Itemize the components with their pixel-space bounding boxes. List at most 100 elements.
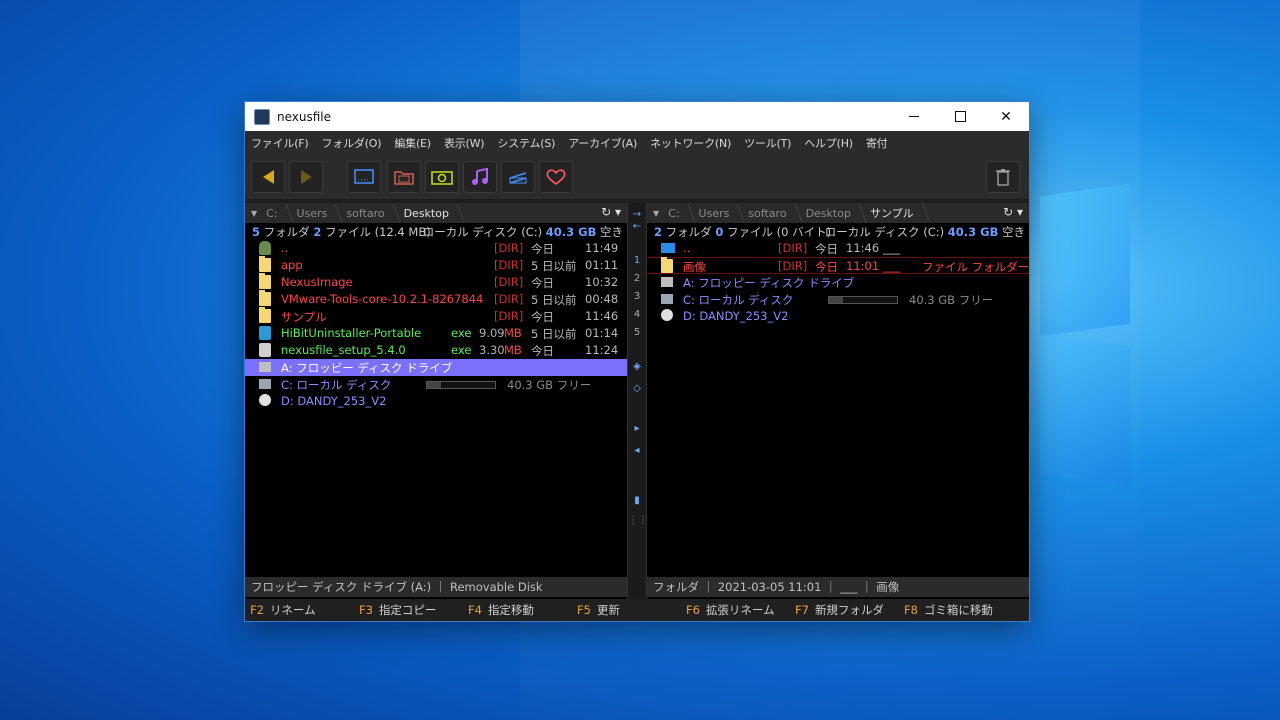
floppy-drive-icon: [259, 362, 271, 372]
tab-number[interactable]: 2: [628, 273, 646, 284]
breadcrumb-item[interactable]: Users: [690, 207, 740, 220]
fkey-rename[interactable]: F2 リネーム: [245, 602, 354, 618]
list-item[interactable]: サンプル [DIR] 今日 11:46: [245, 307, 627, 325]
copy-left-icon[interactable]: ←: [628, 221, 646, 232]
hard-drive-icon: [259, 379, 271, 389]
breadcrumb-item[interactable]: Users: [288, 207, 338, 220]
photo-icon: [431, 171, 453, 185]
drive-item-floppy[interactable]: A: フロッピー ディスク ドライブ: [245, 359, 627, 376]
list-item[interactable]: .. [DIR] 今日 11:49: [245, 240, 627, 257]
fkey-advanced-rename[interactable]: F6 拡張リネーム: [681, 602, 790, 618]
drive-item-dvd[interactable]: D: DANDY_253_V2: [245, 393, 627, 410]
file-date: 今日: [815, 260, 838, 274]
file-name: ..: [683, 241, 691, 255]
fkey-label: リネーム: [269, 603, 316, 617]
drive-item-local[interactable]: C: ローカル ディスク 40.3 GB フリー: [245, 376, 627, 393]
drive-item-dvd[interactable]: D: DANDY_253_V2: [647, 308, 1029, 325]
arrow-right-icon[interactable]: ▸: [628, 423, 646, 434]
arrow-left-icon[interactable]: ◂: [628, 445, 646, 456]
forward-button[interactable]: [289, 161, 323, 193]
minimize-icon: [909, 116, 919, 117]
fkey-new-folder[interactable]: F7 新規フォルダ: [790, 602, 899, 618]
tab-number[interactable]: 1: [628, 255, 646, 266]
close-button[interactable]: ✕: [983, 102, 1029, 131]
file-type: [DIR]: [494, 292, 524, 306]
left-pane[interactable]: ▼ C: Users softaro Desktop ↻ ▾ 5 フォルダ 2 …: [245, 203, 627, 621]
fkey-copy-to[interactable]: F3 指定コピー: [354, 602, 463, 618]
right-pane[interactable]: ▼ C: Users softaro Desktop サンプル ↻ ▾ 2 フォ…: [647, 203, 1029, 621]
refresh-icon[interactable]: ↻ ▾: [601, 205, 621, 219]
toolbar: [245, 154, 1029, 200]
breadcrumb-item[interactable]: softaro: [337, 207, 394, 220]
breadcrumb-item[interactable]: Desktop: [797, 207, 861, 220]
fkey-label: 更新: [596, 603, 620, 617]
title-bar[interactable]: nexusfile ✕: [245, 102, 1029, 131]
status-bar: フォルダ ｜ 2021-03-05 11:01 ｜ ___ ｜ 画像: [647, 577, 1029, 597]
menu-folder[interactable]: フォルダ(O): [322, 135, 382, 151]
breadcrumb-item[interactable]: Desktop: [395, 207, 459, 220]
menu-system[interactable]: システム(S): [497, 135, 555, 151]
file-count-label: ファイル: [727, 224, 773, 239]
menu-network[interactable]: ネットワーク(N): [650, 135, 731, 151]
drive-item-floppy[interactable]: A: フロッピー ディスク ドライブ: [647, 274, 1029, 291]
drive-item-local[interactable]: C: ローカル ディスク 40.3 GB フリー: [647, 291, 1029, 308]
menu-view[interactable]: 表示(W): [444, 135, 485, 151]
fkey-key: F8: [904, 603, 918, 617]
grip-icon[interactable]: ⋮⋮: [628, 515, 648, 526]
diamond-filled-icon[interactable]: ◈: [628, 361, 646, 372]
minimize-button[interactable]: [891, 102, 937, 131]
folder-button[interactable]: [387, 161, 421, 193]
file-date: 今日: [531, 310, 554, 324]
music-button[interactable]: [463, 161, 497, 193]
fkey-key: F2: [250, 603, 264, 617]
tab-number[interactable]: 4: [628, 309, 646, 320]
file-date: 今日: [531, 344, 554, 358]
menu-file[interactable]: ファイル(F): [251, 135, 309, 151]
menu-help[interactable]: ヘルプ(H): [804, 135, 853, 151]
tab-number[interactable]: 3: [628, 291, 646, 302]
file-type: [DIR]: [494, 241, 524, 255]
fkey-move-to[interactable]: F4 指定移動: [463, 602, 572, 618]
breadcrumb-item[interactable]: C:: [659, 207, 689, 220]
menu-edit[interactable]: 編集(E): [394, 135, 431, 151]
file-time: 11:24: [585, 343, 619, 357]
list-item[interactable]: HiBitUninstaller-Portable exe 9.09 MB 5 …: [245, 325, 627, 342]
fkey-label: 指定移動: [487, 603, 534, 617]
breadcrumb-item[interactable]: C:: [257, 207, 287, 220]
trash-button[interactable]: [986, 161, 1020, 193]
breadcrumb-item[interactable]: softaro: [739, 207, 796, 220]
network-icon: [509, 172, 527, 184]
bar-chart-icon[interactable]: ▮: [628, 495, 646, 506]
list-item[interactable]: NexusImage [DIR] 今日 10:32: [245, 273, 627, 291]
menu-archive[interactable]: アーカイブ(A): [568, 135, 637, 151]
app-window: nexusfile ✕ ファイル(F) フォルダ(O) 編集(E) 表示(W) …: [245, 102, 1029, 621]
list-item[interactable]: .. [DIR] 今日 11:46 ___: [647, 240, 1029, 257]
list-item[interactable]: 画像 [DIR] 今日 11:01 ___ ファイル フォルダー: [647, 257, 1029, 274]
list-item[interactable]: VMware-Tools-core-10.2.1-8267844 [DIR] 5…: [245, 290, 627, 308]
breadcrumb-item[interactable]: サンプル: [861, 205, 924, 221]
network-button[interactable]: [501, 161, 535, 193]
diamond-outline-icon[interactable]: ◇: [628, 383, 646, 394]
list-item[interactable]: app [DIR] 5 日以前 01:11: [245, 256, 627, 274]
file-name: NexusImage: [281, 275, 353, 289]
maximize-button[interactable]: [937, 102, 983, 131]
menu-tools[interactable]: ツール(T): [744, 135, 791, 151]
tab-number[interactable]: 5: [628, 327, 646, 338]
back-button[interactable]: [251, 161, 285, 193]
screen-button[interactable]: [347, 161, 381, 193]
app-icon: [254, 108, 270, 125]
fkey-label: 新規フォルダ: [814, 603, 884, 617]
menu-donate[interactable]: 寄付: [866, 135, 888, 151]
list-item[interactable]: nexusfile_setup_5.4.0 exe 3.30 MB 今日 11:…: [245, 342, 627, 359]
drive-free: 40.3 GB: [947, 225, 999, 239]
fkey-move-to-trash[interactable]: F8 ゴミ箱に移動: [899, 602, 1008, 618]
favorites-button[interactable]: [539, 161, 573, 193]
file-type: [DIR]: [778, 259, 808, 273]
fkey-key: F3: [359, 603, 373, 617]
wallpaper-logo-lower: [1040, 333, 1130, 487]
copy-right-icon[interactable]: →: [628, 209, 646, 220]
fkey-refresh[interactable]: F5 更新: [572, 602, 681, 618]
uninstaller-exe-icon: [259, 326, 271, 340]
photo-button[interactable]: [425, 161, 459, 193]
refresh-icon[interactable]: ↻ ▾: [1003, 205, 1023, 219]
